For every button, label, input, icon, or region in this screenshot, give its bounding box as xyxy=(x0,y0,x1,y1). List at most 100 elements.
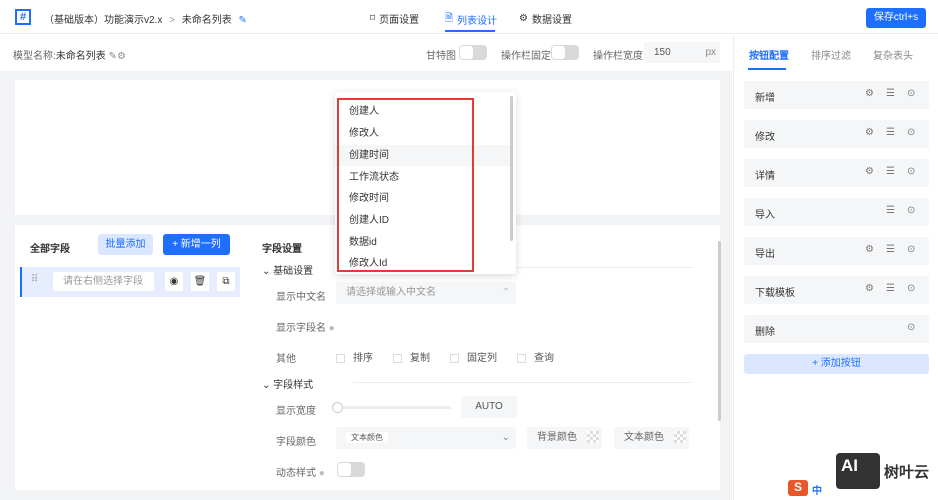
column-width-value: 150 xyxy=(654,47,671,58)
style-section-header[interactable]: ⌄ 字段样式 xyxy=(262,376,313,391)
button-row-import[interactable]: 导入 ☰ ⊙ xyxy=(744,198,929,226)
tab-complex-header[interactable]: 复杂表头 xyxy=(873,47,913,62)
fixed-column-toggle[interactable] xyxy=(551,45,579,60)
breadcrumb-separator: > xyxy=(169,15,175,26)
chevron-circle-icon[interactable]: ⊙ xyxy=(907,244,915,255)
breadcrumb: （基础版本）功能演示v2.x > 未命名列表 ✎ xyxy=(44,11,247,26)
tab-list-design[interactable]: 🗎 列表设计 xyxy=(445,11,497,28)
text-color-picker[interactable]: 文本颜色 xyxy=(614,427,689,449)
width-value: AUTO xyxy=(461,396,517,418)
chevron-circle-icon[interactable]: ⊙ xyxy=(907,166,915,177)
ime-logo-icon: S xyxy=(788,480,808,496)
model-name-value: 未命名列表 xyxy=(55,51,106,62)
checkbox-query[interactable]: 查询 xyxy=(517,349,554,364)
gear-icon[interactable]: ⚙ xyxy=(865,244,874,255)
add-column-button[interactable]: + 新增一列 xyxy=(163,234,230,255)
field-settings-title: 字段设置 xyxy=(262,244,302,255)
field-color-select[interactable]: 文本颜色 ⌄ xyxy=(336,427,516,449)
trash-icon[interactable]: 🗑 xyxy=(191,272,209,291)
save-button[interactable]: 保存ctrl+s xyxy=(866,8,926,28)
tab-button-config[interactable]: 按钮配置 xyxy=(749,47,789,62)
sort-list-icon[interactable]: ☰ xyxy=(886,166,895,177)
style-section-title: 字段样式 xyxy=(273,380,314,391)
field-name-input[interactable]: 请在右侧选择字段 xyxy=(53,272,154,291)
fixed-column-label: 操作栏固定 xyxy=(501,51,551,62)
help-icon[interactable]: ● xyxy=(319,468,325,479)
tab-sort-filter[interactable]: 排序过滤 xyxy=(811,47,851,62)
color-tag: 文本颜色 xyxy=(346,432,388,443)
active-tab-indicator xyxy=(445,30,495,32)
breadcrumb-current: 未命名列表 xyxy=(181,15,232,26)
chevron-up-icon: ⌃ xyxy=(501,287,510,298)
other-options: 排序 复制 固定列 查询 xyxy=(336,349,554,364)
highlight-box xyxy=(337,98,474,272)
button-row-detail[interactable]: 详情 ⚙ ☰ ⊙ xyxy=(744,159,929,187)
scrollbar[interactable] xyxy=(718,241,721,421)
field-item[interactable]: ⠿ 请在右侧选择字段 ◉ 🗑 ⧉ xyxy=(20,267,240,297)
all-fields-title: 全部字段 xyxy=(30,244,70,255)
gantt-label: 甘特图 xyxy=(426,51,456,62)
basic-section-title: 基础设置 xyxy=(273,266,314,277)
gear-icon[interactable]: ⚙ xyxy=(865,88,874,99)
tab-page-settings[interactable]: ⌑ 页面设置 xyxy=(370,11,419,26)
model-toolbar: 模型名称:未命名列表 ✎⚙ 甘特图 操作栏固定 操作栏宽度 150 px xyxy=(0,35,732,71)
batch-add-button[interactable]: 批量添加 xyxy=(98,234,153,255)
checkbox-fixed[interactable]: 固定列 xyxy=(450,349,497,364)
gear-icon[interactable]: ⚙ xyxy=(865,283,874,294)
ime-mode[interactable]: 中 xyxy=(812,482,822,497)
help-icon[interactable]: ● xyxy=(329,323,335,334)
button-row-delete[interactable]: 删除 ⊙ xyxy=(744,315,929,343)
tab-data-settings[interactable]: ⚙ 数据设置 xyxy=(519,11,572,26)
app-logo: # xyxy=(15,9,31,25)
button-row-export[interactable]: 导出 ⚙ ☰ ⊙ xyxy=(744,237,929,265)
cn-name-label: 显示中文名 xyxy=(276,292,326,303)
chevron-circle-icon[interactable]: ⊙ xyxy=(907,127,915,138)
display-width-label: 显示宽度 xyxy=(276,406,316,417)
eye-icon[interactable]: ◉ xyxy=(165,272,183,291)
gantt-toggle[interactable] xyxy=(459,45,487,60)
sort-list-icon[interactable]: ☰ xyxy=(886,88,895,99)
gear-icon[interactable]: ⚙ xyxy=(865,166,874,177)
button-row-edit[interactable]: 修改 ⚙ ☰ ⊙ xyxy=(744,120,929,148)
model-name: 模型名称:未命名列表 ✎⚙ xyxy=(13,47,126,62)
dropdown-scrollbar[interactable] xyxy=(510,96,513,241)
slider-handle[interactable] xyxy=(332,402,343,413)
copy-icon[interactable]: ⧉ xyxy=(217,272,235,291)
right-panel: 按钮配置 排序过滤 复杂表头 新增 ⚙ ☰ ⊙ 修改 ⚙ ☰ ⊙ 详情 ⚙ ☰ ⊙ 导入 ☰ ⊙ 导出… xyxy=(733,35,938,500)
chevron-circle-icon[interactable]: ⊙ xyxy=(907,322,915,333)
top-bar: # （基础版本）功能演示v2.x > 未命名列表 ✎ ⌑ 页面设置 🗎 列表设计 ⚙… xyxy=(0,0,938,34)
bg-color-picker[interactable]: 背景颜色 xyxy=(527,427,602,449)
checkbox-sort[interactable]: 排序 xyxy=(336,349,373,364)
breadcrumb-parent[interactable]: （基础版本）功能演示v2.x xyxy=(44,15,162,26)
column-width-input[interactable]: 150 px xyxy=(644,42,720,63)
chevron-circle-icon[interactable]: ⊙ xyxy=(907,88,915,99)
gear-icon: ⚙ xyxy=(519,13,528,24)
model-label: 模型名称: xyxy=(13,51,56,62)
gear-icon[interactable]: ⚙ xyxy=(865,127,874,138)
sort-list-icon[interactable]: ☰ xyxy=(886,127,895,138)
drag-handle-icon[interactable]: ⠿ xyxy=(31,274,38,285)
field-name-label: 显示字段名 ● xyxy=(276,323,335,334)
sort-list-icon[interactable]: ☰ xyxy=(886,283,895,294)
dynamic-style-toggle[interactable] xyxy=(337,462,365,477)
active-tab-indicator xyxy=(748,68,786,70)
cn-name-select[interactable]: 请选择或输入中文名 ⌃ xyxy=(336,282,516,304)
bookmark-icon: ⌑ xyxy=(370,13,376,24)
width-slider[interactable] xyxy=(332,402,451,413)
chevron-circle-icon[interactable]: ⊙ xyxy=(907,205,915,216)
button-row-download-template[interactable]: 下载模板 ⚙ ☰ ⊙ xyxy=(744,276,929,304)
sort-list-icon[interactable]: ☰ xyxy=(886,244,895,255)
column-width-unit: px xyxy=(705,47,716,58)
color-swatch-icon xyxy=(587,431,599,444)
add-button-button[interactable]: + 添加按钮 xyxy=(744,354,929,374)
edit-icon[interactable]: ✎ xyxy=(239,15,247,26)
tab-label: 数据设置 xyxy=(531,15,572,26)
cn-name-placeholder: 请选择或输入中文名 xyxy=(346,287,436,298)
gear-icon[interactable]: ⚙ xyxy=(117,51,126,62)
checkbox-copy[interactable]: 复制 xyxy=(393,349,430,364)
sort-list-icon[interactable]: ☰ xyxy=(886,205,895,216)
chevron-circle-icon[interactable]: ⊙ xyxy=(907,283,915,294)
button-row-add[interactable]: 新增 ⚙ ☰ ⊙ xyxy=(744,81,929,109)
edit-icon[interactable]: ✎ xyxy=(109,51,117,62)
watermark-logo: AI xyxy=(836,453,880,489)
